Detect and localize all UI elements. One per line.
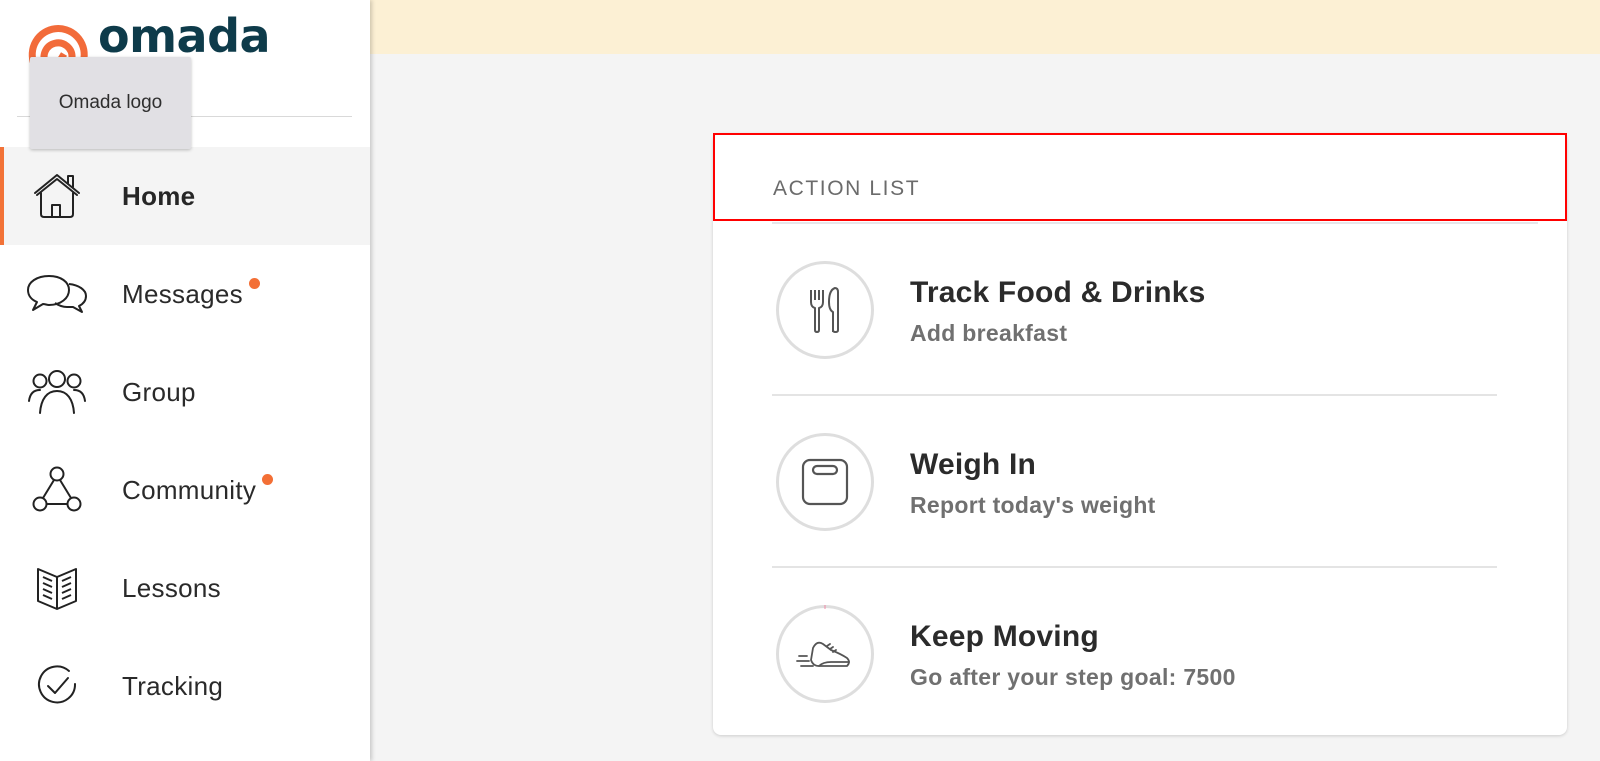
action-item-subtitle: Report today's weight [910, 492, 1156, 518]
community-network-icon [24, 464, 90, 516]
sidebar-item-group[interactable]: Group [0, 343, 370, 441]
sidebar-item-text: Community [122, 474, 257, 505]
action-item-track-food[interactable]: Track Food & Drinks Add breakfast [772, 224, 1497, 396]
action-item-title: Keep Moving [910, 620, 1099, 653]
sidebar-item-home[interactable]: Home [0, 147, 370, 245]
action-list-card: ACTION LIST Track Food & Drinks Add brea… [713, 133, 1567, 735]
action-item-title: Track Food & Drinks [910, 276, 1206, 309]
sidebar-item-community[interactable]: Community [0, 441, 370, 539]
action-item-subtitle: Go after your step goal: 7500 [910, 664, 1236, 690]
action-item-subtitle: Add breakfast [910, 320, 1068, 346]
progress-ring [776, 261, 874, 359]
check-circle-icon [24, 660, 90, 712]
sidebar-item-label: Tracking [122, 670, 224, 701]
group-people-icon [24, 366, 90, 418]
sidebar-item-label: Community [122, 473, 274, 506]
omada-wordmark: omada [98, 9, 271, 63]
home-icon [24, 170, 90, 222]
sidebar-item-text: Messages [122, 278, 243, 309]
action-item-weigh-in[interactable]: Weigh In Report today's weight [772, 396, 1497, 568]
logo-tooltip: Omada logo [30, 57, 191, 149]
sidebar-item-lessons[interactable]: Lessons [0, 539, 370, 637]
sidebar-item-label: Messages [122, 277, 260, 310]
sidebar-nav: Home Messages Group Community Lessons Tr… [0, 147, 370, 735]
notification-dot [248, 277, 260, 289]
sidebar-item-label: Group [122, 376, 196, 407]
action-item-title: Weigh In [910, 448, 1037, 481]
action-list-header: ACTION LIST [713, 133, 1567, 221]
notification-dot [262, 473, 274, 485]
sidebar-item-label: Lessons [122, 572, 221, 603]
sidebar-item-label: Home [122, 180, 196, 211]
sidebar-item-tracking[interactable]: Tracking [0, 637, 370, 735]
chat-bubbles-icon [24, 268, 90, 320]
open-book-icon [24, 562, 90, 614]
sidebar: omada Omada logo Home Messages Group Com… [0, 0, 370, 761]
top-banner [370, 0, 1600, 54]
progress-ring [776, 433, 874, 531]
progress-ring [776, 605, 874, 703]
action-list-title: ACTION LIST [773, 177, 921, 200]
sidebar-item-messages[interactable]: Messages [0, 245, 370, 343]
action-item-keep-moving[interactable]: Keep Moving Go after your step goal: 750… [772, 568, 1497, 740]
